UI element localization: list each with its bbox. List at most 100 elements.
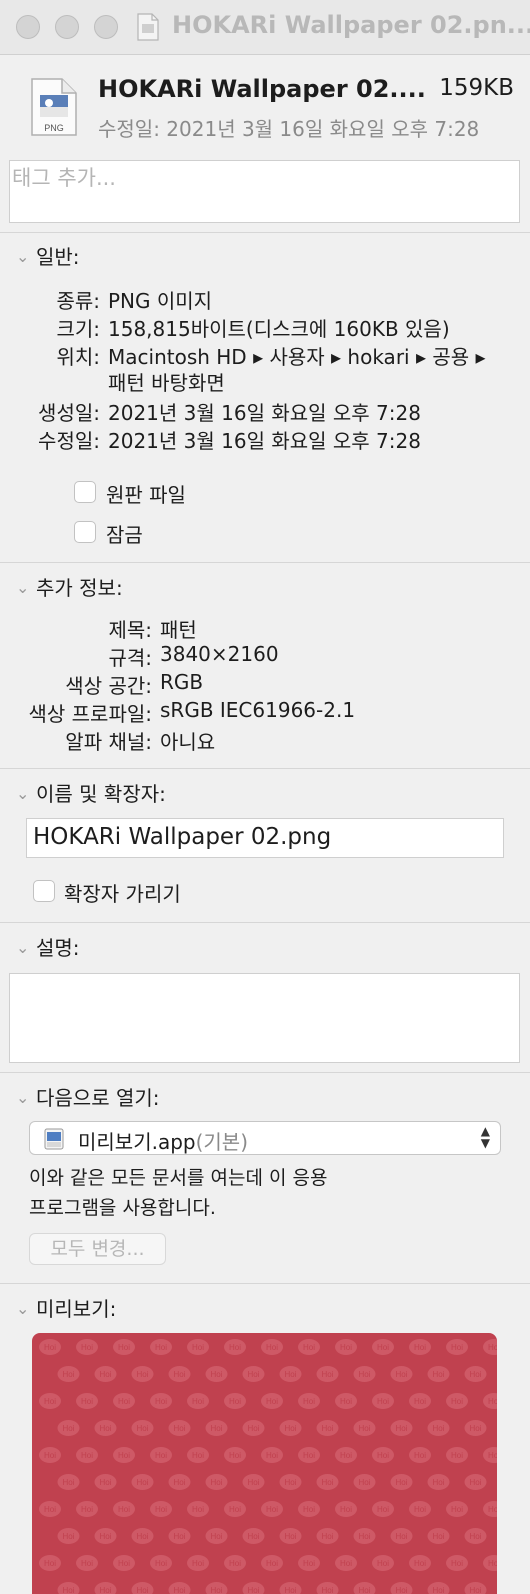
change-all-button[interactable]: 모두 변경... xyxy=(29,1233,166,1265)
pattern-bubble: Hoi xyxy=(168,1420,191,1436)
section-comments-header[interactable]: ⌄ 설명: xyxy=(16,932,80,961)
svg-text:Hoi: Hoi xyxy=(247,1370,259,1379)
pattern-bubble: Hoi xyxy=(279,1474,302,1490)
color-space-label: 색상 공간: xyxy=(65,674,152,698)
up-down-arrows-icon: ▲ ▼ xyxy=(480,1124,490,1150)
comments-textarea[interactable] xyxy=(9,973,520,1063)
pattern-bubble: Hoi xyxy=(39,1501,61,1517)
svg-text:Hoi: Hoi xyxy=(377,1397,389,1406)
svg-text:Hoi: Hoi xyxy=(395,1478,407,1487)
app-default-tag: (기본) xyxy=(195,1130,249,1154)
locked-checkbox[interactable] xyxy=(74,521,96,543)
svg-text:Hoi: Hoi xyxy=(44,1397,56,1406)
pattern-bubble: Hoi xyxy=(76,1339,98,1355)
chevron-down-icon[interactable]: ⌄ xyxy=(16,938,36,957)
svg-text:Hoi: Hoi xyxy=(99,1370,111,1379)
svg-text:Hoi: Hoi xyxy=(210,1424,222,1433)
pattern-bubble: Hoi xyxy=(242,1420,265,1436)
pattern-bubble: Hoi xyxy=(390,1474,413,1490)
svg-text:Hoi: Hoi xyxy=(395,1532,407,1541)
chevron-down-icon[interactable]: ⌄ xyxy=(16,247,36,266)
pattern-bubble: Hoi xyxy=(446,1501,468,1517)
name-field-container xyxy=(26,818,504,858)
chevron-down-icon[interactable]: ⌄ xyxy=(16,784,36,803)
svg-text:Hoi: Hoi xyxy=(155,1397,167,1406)
svg-text:Hoi: Hoi xyxy=(432,1532,444,1541)
pattern-bubble: Hoi xyxy=(224,1447,246,1463)
size-label: 크기: xyxy=(56,317,100,341)
svg-text:Hoi: Hoi xyxy=(99,1532,111,1541)
svg-text:Hoi: Hoi xyxy=(155,1343,167,1352)
svg-text:Hoi: Hoi xyxy=(173,1370,185,1379)
pattern-bubble: Hoi xyxy=(464,1474,487,1490)
svg-text:Hoi: Hoi xyxy=(62,1370,74,1379)
tags-input[interactable] xyxy=(10,165,504,191)
svg-text:Hoi: Hoi xyxy=(229,1451,241,1460)
stationery-checkbox[interactable] xyxy=(74,481,96,503)
chevron-down-icon[interactable]: ⌄ xyxy=(16,578,36,597)
pattern-bubble: Hoi xyxy=(94,1474,117,1490)
pattern-bubble: Hoi xyxy=(39,1393,61,1409)
svg-text:Hoi: Hoi xyxy=(358,1478,370,1487)
svg-text:Hoi: Hoi xyxy=(377,1451,389,1460)
svg-text:Hoi: Hoi xyxy=(210,1586,222,1594)
zoom-button[interactable] xyxy=(94,15,118,39)
alpha-channel-label: 알파 채널: xyxy=(65,730,152,754)
svg-text:Hoi: Hoi xyxy=(62,1478,74,1487)
svg-text:Hoi: Hoi xyxy=(62,1424,74,1433)
svg-text:Hoi: Hoi xyxy=(210,1478,222,1487)
locked-label: 잠금 xyxy=(106,523,143,547)
pattern-bubble: Hoi xyxy=(372,1555,394,1571)
section-open-with-header[interactable]: ⌄ 다음으로 열기: xyxy=(16,1082,160,1111)
close-button[interactable] xyxy=(16,15,40,39)
pattern-bubble: Hoi xyxy=(205,1366,228,1382)
pattern-bubble: Hoi xyxy=(57,1474,80,1490)
svg-text:Hoi: Hoi xyxy=(358,1586,370,1594)
hide-extension-checkbox[interactable] xyxy=(33,880,55,902)
section-preview-header[interactable]: ⌄ 미리보기: xyxy=(16,1293,116,1322)
svg-text:Hoi: Hoi xyxy=(451,1451,463,1460)
pattern-bubble: Hoi xyxy=(335,1447,357,1463)
svg-text:Hoi: Hoi xyxy=(247,1424,259,1433)
pattern-bubble: Hoi xyxy=(131,1528,154,1544)
title-bar: HOKARi Wallpaper 02.pn... xyxy=(0,0,530,55)
open-with-select[interactable]: 미리보기.app(기본) ▲ ▼ xyxy=(29,1121,501,1155)
chevron-down-icon[interactable]: ⌄ xyxy=(16,1299,36,1318)
pattern-bubble: Hoi xyxy=(113,1393,135,1409)
svg-text:Hoi: Hoi xyxy=(488,1559,497,1568)
description-line: 이와 같은 모든 문서를 여는데 이 응용 xyxy=(29,1167,328,1189)
pattern-bubble: Hoi xyxy=(261,1555,283,1571)
name-extension-input[interactable] xyxy=(27,819,493,855)
section-title: 미리보기: xyxy=(36,1297,117,1321)
pattern-bubble: Hoi xyxy=(224,1339,246,1355)
svg-text:Hoi: Hoi xyxy=(414,1559,426,1568)
pattern-bubble: Hoi xyxy=(131,1366,154,1382)
section-more-info-header[interactable]: ⌄ 추가 정보: xyxy=(16,572,123,601)
pattern-bubble: Hoi xyxy=(261,1501,283,1517)
pattern-bubble: Hoi xyxy=(242,1474,265,1490)
pattern-bubble: Hoi xyxy=(409,1393,431,1409)
svg-text:Hoi: Hoi xyxy=(44,1343,56,1352)
svg-text:Hoi: Hoi xyxy=(358,1424,370,1433)
section-general-header[interactable]: ⌄ 일반: xyxy=(16,241,80,270)
pattern-bubble: Hoi xyxy=(298,1555,320,1571)
pattern-bubble: Hoi xyxy=(335,1555,357,1571)
modified-value: 2021년 3월 16일 화요일 오후 7:28 xyxy=(108,429,421,453)
svg-text:Hoi: Hoi xyxy=(173,1478,185,1487)
chevron-down-icon[interactable]: ⌄ xyxy=(16,1088,36,1107)
open-with-description: 이와 같은 모든 문서를 여는데 이 응용 프로그램을 사용합니다. xyxy=(29,1163,327,1223)
created-label: 생성일: xyxy=(38,401,100,425)
pattern-bubble: Hoi xyxy=(224,1501,246,1517)
svg-text:Hoi: Hoi xyxy=(99,1478,111,1487)
preview-app-icon xyxy=(44,1128,64,1150)
pattern-bubble: Hoi xyxy=(113,1339,135,1355)
pattern-bubble: Hoi xyxy=(150,1339,172,1355)
svg-text:Hoi: Hoi xyxy=(469,1478,481,1487)
pattern-bubble: Hoi xyxy=(187,1393,209,1409)
svg-text:Hoi: Hoi xyxy=(81,1559,93,1568)
hide-extension-label: 확장자 가리기 xyxy=(64,882,181,906)
section-name-extension-header[interactable]: ⌄ 이름 및 확장자: xyxy=(16,778,166,807)
pattern-bubble: Hoi xyxy=(76,1501,98,1517)
minimize-button[interactable] xyxy=(55,15,79,39)
svg-text:Hoi: Hoi xyxy=(81,1451,93,1460)
